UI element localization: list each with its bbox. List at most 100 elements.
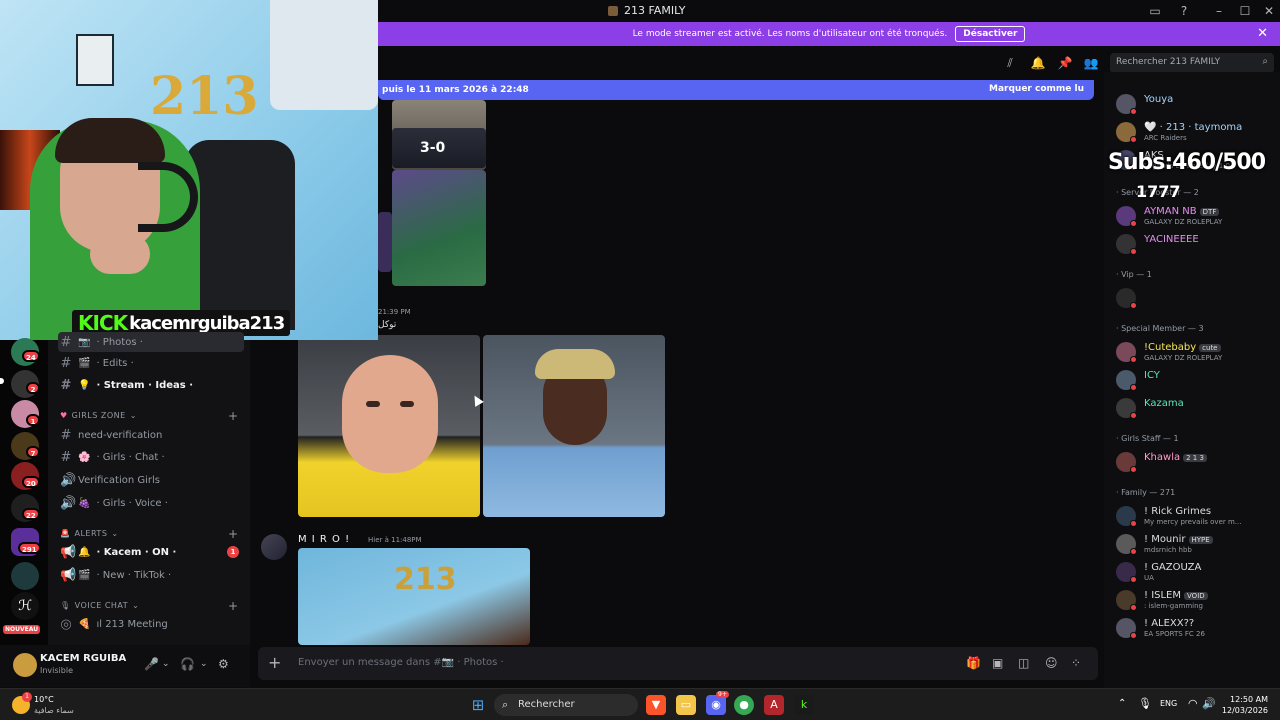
server-rail: 24 2 1 7 20 22 291 ℋ NOUVEAU	[0, 338, 48, 645]
discord-icon[interactable]: ◉	[706, 695, 726, 715]
emoji-icon[interactable]: ☺	[1045, 656, 1058, 670]
channel-verification-girls[interactable]: 🔊 Verification Girls	[58, 470, 244, 490]
category-girls-zone[interactable]: ♥ GIRLS ZONE ⌄ +	[60, 409, 238, 423]
mic-icon[interactable]: 🎙	[1138, 697, 1152, 710]
member-row[interactable]: ICY	[1112, 368, 1276, 394]
gaming-chair	[185, 140, 295, 330]
score-image[interactable]: 3-0	[392, 128, 486, 168]
stage-icon: ◎	[60, 616, 72, 632]
search-input[interactable]: Rechercher 213 FAMILY ⌕	[1110, 53, 1274, 73]
category-alerts[interactable]: 🚨 ALERTS ⌄ +	[60, 527, 238, 541]
member-row[interactable]: !Cutebaby cute GALAXY DZ ROLEPLAY	[1112, 340, 1276, 366]
member-name: AYMAN NB DTF	[1144, 206, 1220, 217]
channel-stream-ideas[interactable]: # 💡 · Stream · Ideas ·	[58, 375, 244, 395]
wifi-icon[interactable]: ◠	[1188, 697, 1198, 710]
maximize-icon[interactable]: ☐	[1236, 3, 1254, 19]
status-dot	[1130, 412, 1137, 419]
member-row[interactable]: Khawla 2 1 3	[1112, 450, 1276, 476]
add-channel-icon[interactable]: +	[228, 527, 239, 541]
volume-icon[interactable]: 🔊	[1202, 697, 1216, 710]
channel-photos[interactable]: # 📷 · Photos ·	[58, 332, 244, 352]
inbox-icon[interactable]: ▭	[1146, 3, 1164, 19]
member-row[interactable]: Kazama	[1112, 396, 1276, 422]
brave-icon[interactable]: ▼	[646, 695, 666, 715]
language-indicator[interactable]: ENG	[1160, 699, 1177, 708]
role-header: · Vip — 1	[1116, 270, 1152, 279]
member-row[interactable]: Youya	[1112, 92, 1276, 118]
add-channel-icon[interactable]: +	[228, 409, 239, 423]
channel-girls-voice[interactable]: 🔊 🍇 · Girls · Voice ·	[58, 493, 244, 513]
category-voice-chat[interactable]: 🎙 VOICE CHAT ⌄ +	[60, 599, 238, 613]
headphones-icon[interactable]: 🎧	[180, 657, 195, 671]
status-dot	[1130, 548, 1137, 555]
pin-icon[interactable]: 📌	[1057, 56, 1073, 72]
message-image[interactable]	[392, 170, 486, 286]
chevron-up-icon[interactable]: ⌃	[1118, 698, 1126, 709]
member-row[interactable]: YACINEEEE	[1112, 232, 1276, 258]
member-row[interactable]: AYMAN NB DTF GALAXY DZ ROLEPLAY	[1112, 204, 1276, 230]
bell-icon[interactable]: 🔔	[1030, 56, 1046, 72]
close-icon[interactable]: ✕	[1260, 3, 1278, 19]
channel-new-tiktok[interactable]: 📢 🎬 · New · TikTok ·	[58, 565, 244, 585]
taskbar-search[interactable]: ⌕ Rechercher	[494, 694, 638, 716]
status-dot	[1130, 356, 1137, 363]
channel-213-meeting[interactable]: ◎ 🍕 ıl 213 Meeting	[58, 614, 244, 634]
members-icon[interactable]: 👥	[1083, 56, 1099, 72]
message-input[interactable]: Envoyer un message dans #📷 · Photos ·	[298, 657, 504, 668]
server-icon[interactable]	[11, 562, 39, 590]
hash-icon: #	[60, 449, 72, 465]
heart-icon: ♥	[60, 411, 68, 420]
member-row[interactable]: ! ALEXX?? EA SPORTS FC 26	[1112, 616, 1276, 642]
member-name: YACINEEEE	[1144, 234, 1199, 245]
kick-app-icon[interactable]: k	[794, 695, 814, 715]
member-row[interactable]	[1112, 286, 1276, 312]
channel-kacem-on[interactable]: 📢 🔔 · Kacem · ON ·	[58, 542, 244, 562]
sticker-icon[interactable]: ◫	[1018, 656, 1029, 670]
title-bar: 213 FAMILY ▭ ? – ☐ ✕	[378, 0, 1280, 22]
avatar[interactable]	[261, 534, 287, 560]
channel-need-verification[interactable]: # need-verification	[58, 425, 244, 445]
meme-image-left[interactable]	[298, 335, 480, 517]
chevron-down-icon[interactable]: ⌄	[162, 659, 170, 669]
member-tag: DTF	[1199, 208, 1220, 216]
new-messages-bar[interactable]: puis le 11 mars 2026 à 22:48 Marquer com…	[378, 80, 1094, 100]
mark-read-button[interactable]: Marquer comme lu	[989, 84, 1084, 94]
film-icon: 🎬	[78, 569, 91, 581]
apps-icon[interactable]: ⁘	[1071, 656, 1081, 670]
windows-start-icon[interactable]: ⊞	[468, 695, 488, 715]
member-row[interactable]: ! Rick Grimes My mercy prevails over m...	[1112, 504, 1276, 530]
server-icon[interactable]: ℋ	[11, 592, 39, 620]
channel-edits[interactable]: # 🎬 · Edits ·	[58, 353, 244, 373]
close-banner-icon[interactable]: ✕	[1257, 26, 1268, 41]
channel-girls-chat[interactable]: # 🌸 · Girls · Chat ·	[58, 447, 244, 467]
gear-icon[interactable]: ⚙	[218, 657, 229, 671]
minimize-icon[interactable]: –	[1210, 3, 1228, 19]
discord-badge: 9+	[716, 691, 729, 698]
member-activity: GALAXY DZ ROLEPLAY	[1144, 354, 1223, 362]
speaker-icon: 🔊	[60, 495, 77, 511]
hash-icon: #	[60, 334, 72, 350]
threads-icon[interactable]: ⫽	[1002, 56, 1018, 72]
gif-icon[interactable]: ▣	[992, 656, 1003, 670]
message-composer[interactable]: + Envoyer un message dans #📷 · Photos · …	[258, 647, 1098, 680]
member-row[interactable]: ! GAZOUZA UA	[1112, 560, 1276, 586]
chevron-down-icon[interactable]: ⌄	[200, 659, 208, 669]
acrobat-icon[interactable]: A	[764, 695, 784, 715]
balloon-number: 213	[150, 66, 259, 127]
message-image[interactable]: 213	[298, 548, 530, 645]
folder-icon[interactable]: ▭	[676, 695, 696, 715]
clock[interactable]: 12:50 AM 12/03/2026	[1218, 694, 1268, 716]
chrome-icon[interactable]: ●	[734, 695, 754, 715]
member-row[interactable]: ! ISLEM VOID: islem-gamming	[1112, 588, 1276, 614]
gift-icon[interactable]: 🎁	[966, 656, 981, 670]
mic-icon[interactable]: 🎤	[144, 657, 159, 671]
add-channel-icon[interactable]: +	[228, 599, 239, 613]
add-attachment-icon[interactable]: +	[268, 653, 281, 672]
member-row[interactable]: ! Mounir HYPE mdsrnich hbb	[1112, 532, 1276, 558]
help-icon[interactable]: ?	[1175, 3, 1193, 19]
meme-image-right[interactable]	[483, 335, 665, 517]
message-author[interactable]: M I R O !	[298, 534, 350, 545]
member-row[interactable]: 🤍 · 213 · taymoma ARC Raiders	[1112, 120, 1276, 146]
disable-streamer-button[interactable]: Désactiver	[955, 26, 1026, 42]
avatar[interactable]	[13, 653, 37, 677]
